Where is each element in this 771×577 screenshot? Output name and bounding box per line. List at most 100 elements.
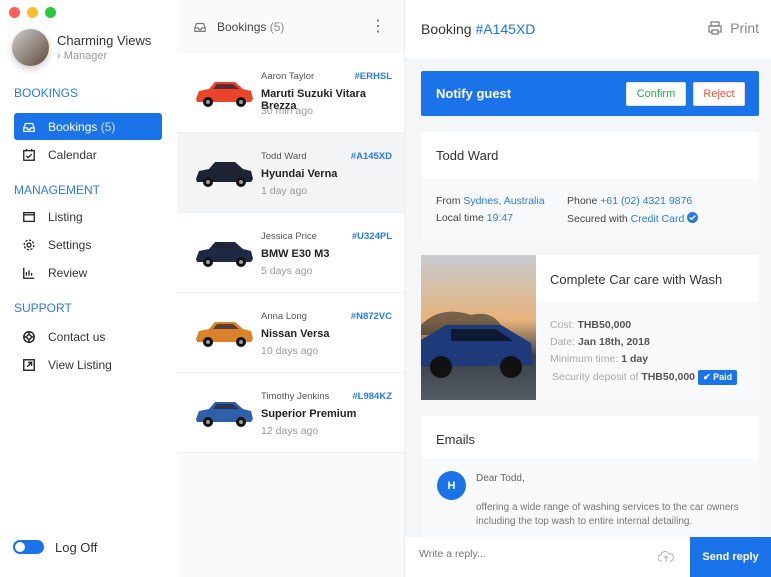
sidebar-item-label: Listing <box>48 209 83 224</box>
maximize-window-button[interactable] <box>45 7 56 18</box>
guest-location-link[interactable]: Sydnes, Australia <box>463 195 544 207</box>
section-support: SUPPORT <box>14 301 72 315</box>
service-date: Date: Jan 18th, 2018 <box>550 336 650 348</box>
guest-name: Aaron Taylor <box>261 71 315 82</box>
confirm-button[interactable]: Confirm <box>626 82 686 106</box>
booking-list-item[interactable]: Todd Ward #A145XD Hyundai Verna 1 day ag… <box>177 133 404 213</box>
window-controls <box>9 7 56 18</box>
car-thumbnail <box>196 242 253 267</box>
car-thumbnail <box>196 162 253 187</box>
sidebar-item-calendar[interactable]: Calendar <box>14 141 162 168</box>
booking-time: 30 min ago <box>261 105 313 117</box>
sidebar-item-label: Bookings <box>48 119 98 134</box>
booking-time: 1 day ago <box>261 185 308 197</box>
booking-time: 12 days ago <box>261 425 319 437</box>
service-minimum-time: Minimum time: 1 day <box>550 353 649 365</box>
gear-icon <box>23 239 35 250</box>
sidebar-item-view-listing[interactable]: View Listing <box>14 351 162 378</box>
sidebar-item-label: Review <box>48 265 88 280</box>
car-thumbnail <box>196 322 253 347</box>
section-bookings: BOOKINGS <box>14 86 79 100</box>
inbox-icon <box>194 22 206 32</box>
guest-name: Anna Long <box>261 311 307 322</box>
bookings-count: (5) <box>100 119 116 134</box>
sidebar-item-label: Settings <box>48 237 92 252</box>
car-model: Superior Premium <box>261 408 357 420</box>
sidebar-item-settings[interactable]: Settings <box>14 231 162 258</box>
sidebar-item-label: Contact us <box>48 329 106 344</box>
log-off-toggle[interactable] <box>13 540 44 554</box>
service-title: Complete Car care with Wash <box>536 255 759 302</box>
guest-local-time: Local time 19:47 <box>436 212 514 224</box>
lifebuoy-icon <box>23 330 35 343</box>
car-model: BMW E30 M3 <box>261 248 330 260</box>
external-link-icon <box>23 358 35 371</box>
upload-cloud-icon[interactable] <box>658 550 674 564</box>
booking-time: 5 days ago <box>261 265 313 277</box>
printer-icon <box>708 21 722 35</box>
booking-list-item[interactable]: Aaron Taylor #ERHSL Maruti Suzuki Vitara… <box>177 53 404 133</box>
inbox-icon <box>23 122 35 132</box>
minimize-window-button[interactable] <box>27 7 38 18</box>
list-title: Bookings <box>217 19 267 34</box>
booking-id: #A145XD <box>350 151 392 162</box>
toggle-knob <box>15 542 25 552</box>
close-window-button[interactable] <box>9 7 20 18</box>
bar-chart-icon <box>23 267 35 279</box>
booking-list-item[interactable]: Timothy Jenkins #L984KZ Superior Premium… <box>177 373 404 453</box>
car-model: Nissan Versa <box>261 328 330 340</box>
car-model: Hyundai Verna <box>261 168 338 180</box>
detail-title: Booking <box>421 21 472 37</box>
guest-phone: Phone +61 (02) 4321 9876 <box>567 195 693 207</box>
bookings-list: Bookings (5) ⋮ Aaron Taylor #ERHSL Marut… <box>177 0 405 577</box>
sidebar-item-contact-us[interactable]: Contact us <box>14 323 162 350</box>
paid-badge: ✔ Paid <box>698 370 738 385</box>
calendar-icon <box>23 148 35 161</box>
notify-guest-bar: Notify guest Confirm Reject <box>421 71 759 116</box>
payment-secured: Secured with Credit Card <box>567 212 699 225</box>
guest-name: Todd Ward <box>261 151 307 162</box>
emails-card: Emails H Dear Todd, offering a wide rang… <box>421 416 759 541</box>
guest-name: Todd Ward <box>421 132 759 178</box>
email-greeting: Dear Todd, <box>476 473 525 484</box>
booking-id: #L984KZ <box>352 391 392 402</box>
list-count: (5) <box>269 19 285 34</box>
service-card: Complete Car care with Wash Cost: THB50,… <box>421 255 759 400</box>
send-reply-button[interactable]: Send reply <box>690 537 771 577</box>
reply-input[interactable] <box>419 548 639 560</box>
detail-header: Booking #A145XD Print <box>405 0 771 58</box>
security-deposit: Security deposit of THB50,000 ✔ Paid <box>552 370 738 385</box>
reject-button[interactable]: Reject <box>693 82 745 106</box>
print-button[interactable]: Print <box>707 20 759 36</box>
sidebar-item-listing[interactable]: Listing <box>14 203 162 230</box>
reply-bar: Send reply <box>405 537 771 577</box>
log-off-label: Log Off <box>55 540 98 555</box>
booking-id: #A145XD <box>475 21 536 37</box>
sidebar: Charming Views › Manager BOOKINGS Bookin… <box>0 0 177 577</box>
booking-time: 10 days ago <box>261 345 319 357</box>
booking-id: #ERHSL <box>354 71 392 82</box>
booking-list-item[interactable]: Anna Long #N872VC Nissan Versa 10 days a… <box>177 293 404 373</box>
list-header: Bookings (5) ⋮ <box>177 0 404 53</box>
sidebar-item-bookings[interactable]: Bookings (5) <box>14 113 162 140</box>
booking-detail: Booking #A145XD Print Notify guest Confi… <box>405 0 771 577</box>
guest-from: From Sydnes, Australia <box>436 195 545 207</box>
guest-name: Timothy Jenkins <box>261 391 330 402</box>
phone-link[interactable]: +61 (02) 4321 9876 <box>600 195 692 207</box>
notify-guest-label: Notify guest <box>436 86 512 101</box>
guest-name: Jessica Price <box>261 231 317 242</box>
email-sender-avatar: H <box>437 471 466 500</box>
section-management: MANAGEMENT <box>14 183 101 197</box>
email-body: offering a wide range of washing service… <box>476 502 739 527</box>
sidebar-item-review[interactable]: Review <box>14 259 162 286</box>
more-vertical-icon[interactable]: ⋮ <box>370 16 386 36</box>
profile-name: Charming Views <box>57 33 152 48</box>
profile-role[interactable]: › Manager <box>57 50 107 62</box>
booking-id: #U324PL <box>351 231 392 242</box>
avatar[interactable] <box>12 29 49 66</box>
booking-id: #N872VC <box>350 311 392 322</box>
car-thumbnail <box>196 82 253 107</box>
booking-list-item[interactable]: Jessica Price #U324PL BMW E30 M3 5 days … <box>177 213 404 293</box>
guest-card: Todd Ward From Sydnes, Australia Local t… <box>421 132 759 241</box>
verified-check-icon <box>687 212 699 223</box>
